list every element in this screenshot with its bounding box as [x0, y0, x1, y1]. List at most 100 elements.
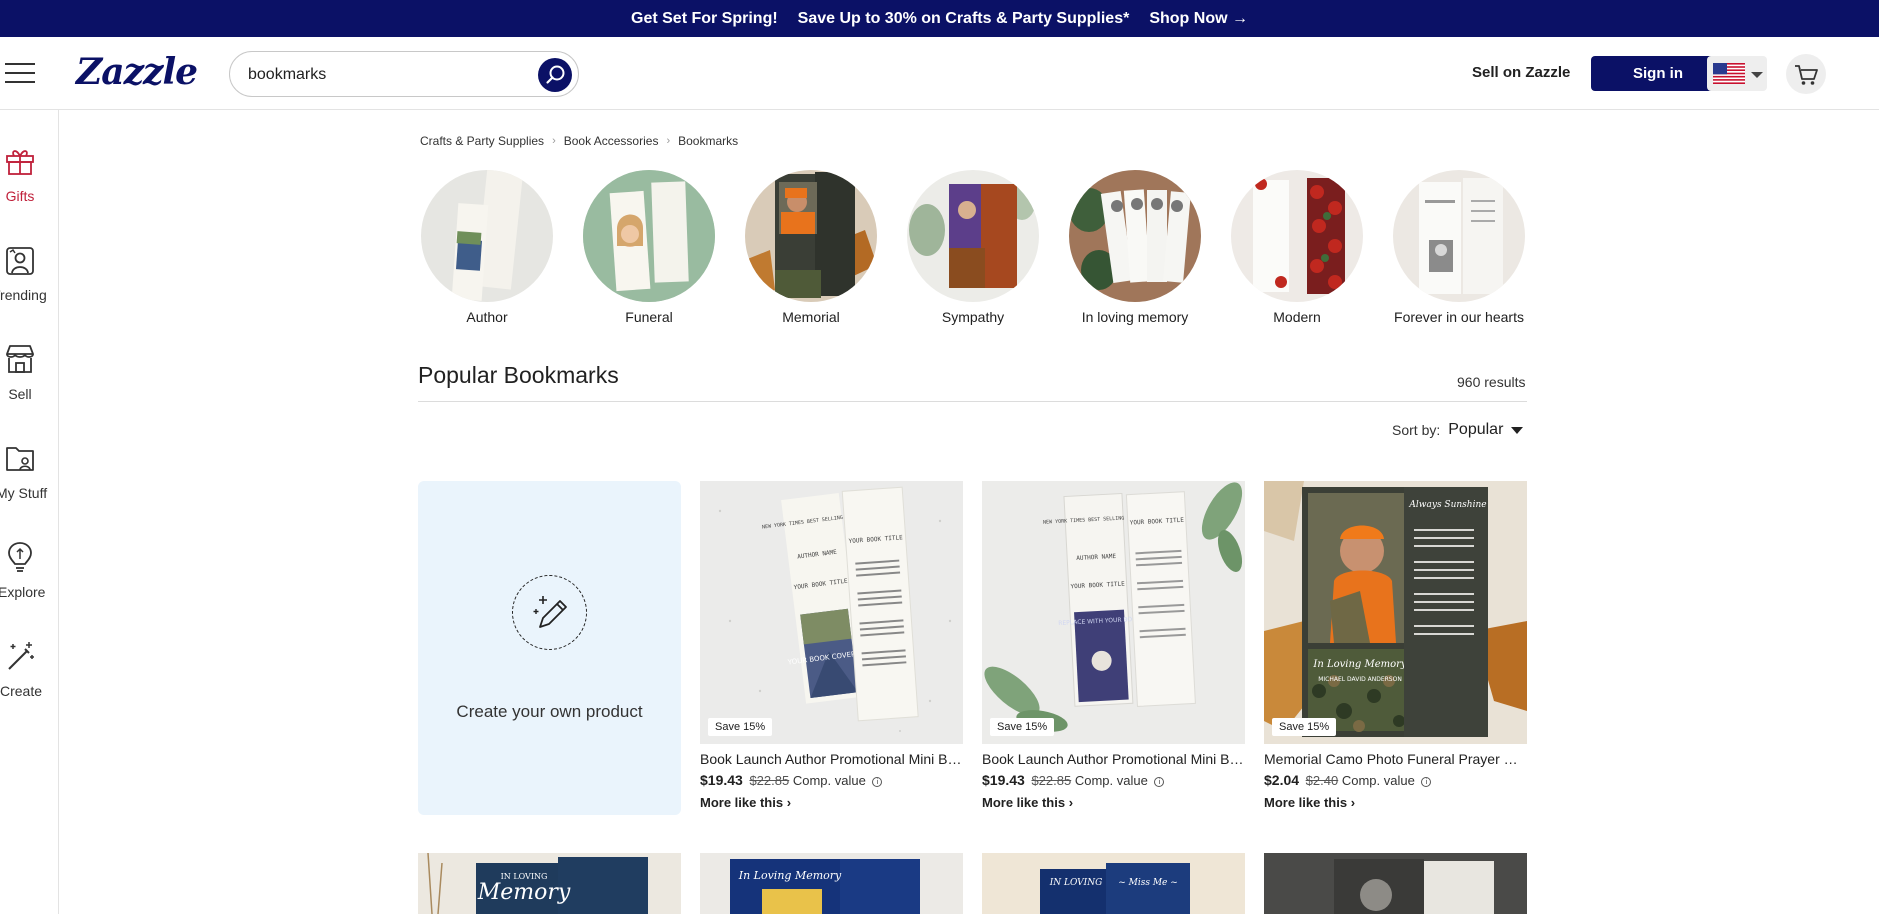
miss-me-text: ~ Miss Me ~: [1118, 878, 1178, 888]
breadcrumb-crafts-link[interactable]: Crafts & Party Supplies: [420, 134, 544, 148]
sidebar-item-sell[interactable]: Sell: [0, 342, 58, 412]
info-icon[interactable]: i: [1154, 776, 1165, 787]
comp-value-label: Comp. value: [1074, 773, 1148, 788]
more-like-this-link[interactable]: More like this ›: [1264, 795, 1355, 810]
product-title[interactable]: Book Launch Author Promotional Mini Book…: [982, 751, 1245, 767]
save-badge: Save 15%: [708, 718, 773, 736]
product-image-memory-blue: IN LOVING Memory: [418, 853, 681, 914]
product-image[interactable]: IN LOVING Memory: [418, 853, 681, 914]
memorial-script-text: In Loving Memory: [1312, 659, 1407, 670]
product-card: In Loving Memory MICHAEL DAVID ANDERSON …: [1264, 481, 1527, 821]
menu-icon[interactable]: [5, 63, 35, 85]
product-image-loving-memory-blue: In Loving Memory: [700, 853, 963, 914]
comp-value-label: Comp. value: [1341, 773, 1415, 788]
sidebar-item-gifts[interactable]: Gifts: [0, 144, 58, 214]
category-forever-in-our-hearts-image: [1393, 170, 1525, 302]
price-original: $22.85: [749, 773, 790, 788]
chevron-right-icon: ›: [666, 135, 671, 147]
country-selector[interactable]: [1707, 56, 1767, 91]
search-button[interactable]: [538, 58, 572, 92]
product-image-dark-memorial: [1264, 853, 1527, 914]
promo-banner[interactable]: Get Set For Spring! Save Up to 30% on Cr…: [0, 0, 1879, 37]
price-original: $22.85: [1031, 773, 1072, 788]
category-funeral-image: [583, 170, 715, 302]
cart-button[interactable]: [1786, 54, 1826, 94]
product-image[interactable]: In Loving Memory MICHAEL DAVID ANDERSON …: [1264, 481, 1527, 744]
category-label: Author: [466, 309, 508, 325]
more-like-this-label: More like this: [1264, 795, 1348, 810]
magic-wand-icon: [8, 642, 34, 670]
chevron-down-icon: [1511, 426, 1524, 434]
sidebar-item-create[interactable]: Create: [0, 639, 58, 709]
product-image[interactable]: REPLACE WITH YOUR BOOK NEW YORK TIMES BE…: [982, 481, 1245, 744]
category-label: Modern: [1273, 309, 1321, 325]
product-image-miss-me: IN LOVING ~ Miss Me ~: [982, 853, 1245, 914]
breadcrumb-book-accessories-link[interactable]: Book Accessories: [564, 134, 659, 148]
sidebar-item-my-stuff[interactable]: My Stuff: [0, 441, 58, 511]
category-sympathy-image: [907, 170, 1039, 302]
comp-value-label: Comp. value: [792, 773, 866, 788]
breadcrumb-bookmarks-link[interactable]: Bookmarks: [678, 134, 738, 148]
price-current: $19.43: [982, 772, 1025, 788]
price-current: $2.04: [1264, 772, 1300, 788]
product-card: REPLACE WITH YOUR BOOK NEW YORK TIMES BE…: [982, 481, 1245, 821]
results-count: 960 results: [1457, 374, 1526, 390]
product-title[interactable]: Memorial Camo Photo Funeral Prayer Card …: [1264, 751, 1527, 767]
category-author-image: [421, 170, 553, 302]
in-loving-text: IN LOVING: [1049, 878, 1103, 888]
lightbulb-icon: [8, 542, 32, 572]
memory-text: Memory: [477, 880, 571, 905]
product-image[interactable]: In Loving Memory: [700, 853, 963, 914]
sell-on-zazzle-link[interactable]: Sell on Zazzle: [1472, 64, 1570, 81]
more-like-this-label: More like this: [700, 795, 784, 810]
left-sidebar: Gifts Trending Sell My Stuff: [0, 110, 59, 914]
info-icon[interactable]: i: [872, 776, 883, 787]
save-badge: Save 15%: [1272, 718, 1337, 736]
chevron-down-icon: [1751, 72, 1763, 78]
product-image-camo-memorial: In Loving Memory MICHAEL DAVID ANDERSON …: [1264, 481, 1527, 744]
sidebar-item-label: Trending: [0, 287, 47, 303]
product-price: $19.43 $22.85 Comp. value i: [700, 772, 883, 788]
product-image[interactable]: [1264, 853, 1527, 914]
category-label: Memorial: [782, 309, 840, 325]
product-image[interactable]: IN LOVING ~ Miss Me ~: [982, 853, 1245, 914]
promo-shop-now-link[interactable]: Shop Now →: [1149, 10, 1248, 28]
page-title: Popular Bookmarks: [418, 362, 619, 388]
product-image[interactable]: YOUR BOOK COVER ART NEW YORK TIMES BEST …: [700, 481, 963, 744]
category-carousel: Author Funeral Memorial Sympathy In lovi…: [420, 170, 1526, 330]
breadcrumb: Crafts & Party Supplies › Book Accessori…: [420, 134, 738, 148]
sidebar-item-label: Sell: [8, 386, 32, 402]
sidebar-item-label: Create: [0, 683, 43, 699]
sign-in-button[interactable]: Sign in: [1591, 56, 1725, 91]
sidebar-item-explore[interactable]: Explore: [0, 540, 58, 610]
search-input[interactable]: [248, 63, 528, 87]
sidebar-item-trending[interactable]: Trending: [0, 243, 58, 313]
info-icon[interactable]: i: [1421, 776, 1432, 787]
chevron-right-icon: ›: [552, 135, 556, 147]
zazzle-logo[interactable]: Zazzle: [76, 51, 198, 93]
product-title[interactable]: Book Launch Author Promotional Mini Book…: [700, 751, 963, 767]
more-like-this-link[interactable]: More like this ›: [982, 795, 1073, 810]
memorial-name-text: MICHAEL DAVID ANDERSON: [1318, 676, 1402, 683]
gift-icon: [6, 150, 34, 175]
category-label: Funeral: [625, 309, 673, 325]
category-memorial-image: [745, 170, 877, 302]
product-image-author-bookmark: YOUR BOOK COVER ART NEW YORK TIMES BEST …: [700, 481, 963, 744]
category-in-loving-memory-image: [1069, 170, 1201, 302]
category-label: In loving memory: [1081, 309, 1189, 325]
product-image-author-bookmark-leaves: REPLACE WITH YOUR BOOK NEW YORK TIMES BE…: [982, 481, 1245, 744]
category-label: Forever in our hearts: [1394, 309, 1524, 325]
price-original: $2.40: [1305, 773, 1339, 788]
more-like-this-label: More like this: [982, 795, 1066, 810]
sidebar-item-label: Gifts: [5, 188, 35, 204]
more-like-this-link[interactable]: More like this ›: [700, 795, 791, 810]
product-card: YOUR BOOK COVER ART NEW YORK TIMES BEST …: [700, 481, 963, 821]
create-your-own-label: Create your own product: [456, 702, 643, 721]
divider: [418, 401, 1527, 402]
category-label: Sympathy: [941, 309, 1005, 325]
category-modern-image: [1231, 170, 1363, 302]
sort-label: Sort by:: [1392, 422, 1441, 438]
sort-dropdown[interactable]: Sort by: Popular: [1392, 421, 1524, 439]
in-loving-memory-text: In Loving Memory: [738, 869, 842, 882]
create-your-own-card[interactable]: Create your own product: [418, 481, 681, 815]
